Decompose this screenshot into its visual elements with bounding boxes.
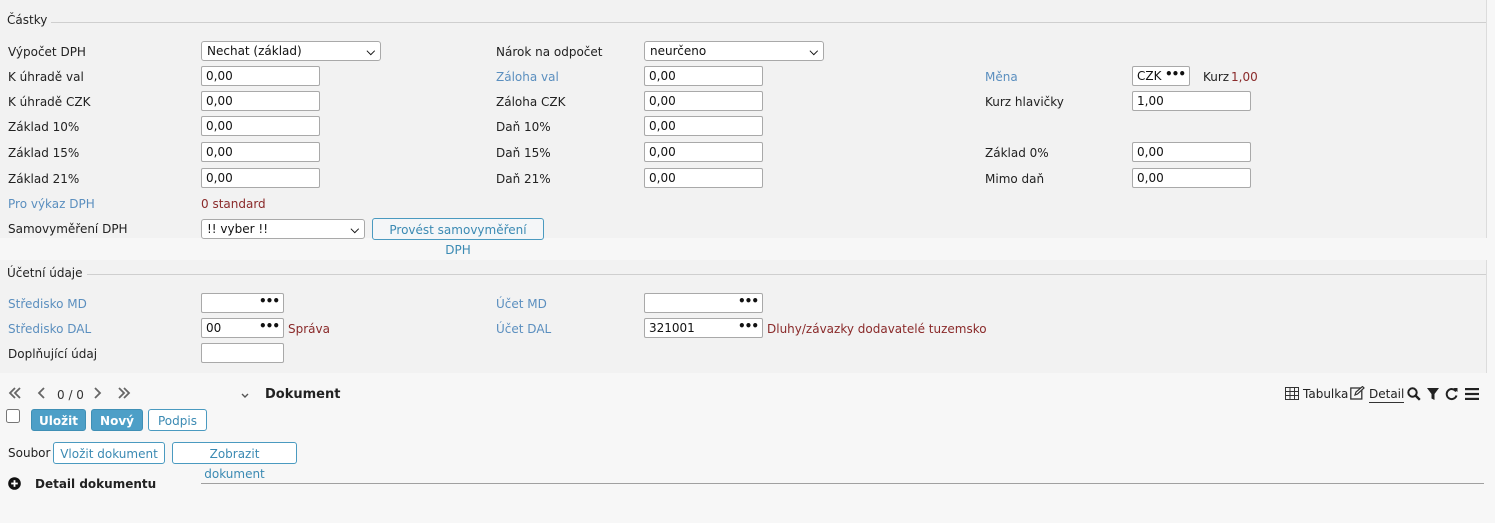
chevron-down-icon: ⌵ xyxy=(809,45,818,58)
stredisko-dal-desc: Správa xyxy=(288,322,330,336)
dokument-title: Dokument xyxy=(265,387,341,402)
detail-view-button[interactable]: Detail xyxy=(1369,386,1405,403)
samovymereni-select[interactable]: !! vyber !! ⌵ xyxy=(201,219,365,239)
zobrazit-dokument-button[interactable]: Zobrazit dokument xyxy=(172,442,297,481)
ucetni-legend-line xyxy=(80,274,1486,275)
zaklad10-input[interactable] xyxy=(201,116,320,136)
ulozit-button[interactable]: Uložit xyxy=(31,409,86,431)
ucet-dal-label[interactable]: Účet DAL xyxy=(496,321,551,337)
ucetni-legend: Účetní údaje xyxy=(7,266,87,280)
table-icon[interactable] xyxy=(1285,387,1299,403)
doplnujici-label: Doplňující údaj xyxy=(8,347,98,361)
detail-dokumentu-label[interactable]: Detail dokumentu xyxy=(35,476,156,492)
kurz-hlavicky-input[interactable] xyxy=(1132,91,1251,111)
ucet-md-label[interactable]: Účet MD xyxy=(496,296,547,312)
doplnujici-input[interactable] xyxy=(201,343,284,363)
next-page-icon[interactable] xyxy=(93,386,103,404)
stredisko-dal-label[interactable]: Středisko DAL xyxy=(8,321,91,337)
stredisko-md-label[interactable]: Středisko MD xyxy=(8,296,87,312)
podpis-button[interactable]: Podpis xyxy=(148,409,207,431)
mimo-dan-input[interactable] xyxy=(1132,168,1251,188)
dan15-input[interactable] xyxy=(644,142,763,162)
k-uhrade-val-label: K úhradě val xyxy=(8,70,84,84)
zaklad0-input[interactable] xyxy=(1132,142,1251,162)
more-icon[interactable]: ••• xyxy=(738,292,759,310)
samovymereni-button[interactable]: Provést samovyměření DPH xyxy=(372,218,544,257)
ucet-dal-desc: Dluhy/závazky dodavatelé tuzemsko xyxy=(767,322,987,336)
k-uhrade-czk-input[interactable] xyxy=(201,91,320,111)
menu-icon[interactable] xyxy=(1465,388,1479,403)
pager-text: 0 / 0 xyxy=(57,388,84,402)
chevron-down-icon: ⌵ xyxy=(350,223,359,236)
dan10-input[interactable] xyxy=(644,116,763,136)
samovymereni-label: Samovyměření DPH xyxy=(8,222,128,236)
dan21-label: Daň 21% xyxy=(496,172,551,186)
more-icon[interactable]: ••• xyxy=(259,317,280,335)
kurz-value: 1,00 xyxy=(1231,70,1258,84)
zaklad0-label: Základ 0% xyxy=(985,146,1049,160)
detail-dokumentu-divider xyxy=(201,483,1484,484)
edit-icon[interactable] xyxy=(1350,385,1365,403)
zaklad10-label: Základ 10% xyxy=(8,120,80,134)
zaklad15-label: Základ 15% xyxy=(8,146,80,160)
zaloha-val-label[interactable]: Záloha val xyxy=(496,69,559,85)
chevron-down-icon: ⌵ xyxy=(366,45,375,58)
ucet-md-input[interactable]: ••• xyxy=(644,293,763,313)
select-checkbox[interactable] xyxy=(6,409,20,423)
k-uhrade-val-input[interactable] xyxy=(201,66,320,86)
zaklad15-input[interactable] xyxy=(201,142,320,162)
plus-circle-icon[interactable] xyxy=(8,477,21,493)
narok-select[interactable]: neurčeno ⌵ xyxy=(644,41,824,61)
zaloha-czk-input[interactable] xyxy=(644,91,763,111)
more-icon[interactable]: ••• xyxy=(259,292,280,310)
filter-icon[interactable] xyxy=(1427,388,1439,404)
more-icon[interactable]: ••• xyxy=(1165,65,1186,83)
last-page-icon[interactable] xyxy=(117,386,131,404)
search-icon[interactable] xyxy=(1407,387,1421,404)
ucet-dal-input[interactable]: 321001 ••• xyxy=(644,318,763,338)
pro-vykaz-value: 0 standard xyxy=(201,197,266,211)
dan15-label: Daň 15% xyxy=(496,146,551,160)
k-uhrade-czk-label: K úhradě CZK xyxy=(8,95,91,109)
castky-legend-line xyxy=(45,22,1486,23)
mimo-dan-label: Mimo daň xyxy=(985,172,1045,186)
stredisko-dal-input[interactable]: 00 ••• xyxy=(201,318,284,338)
zaloha-czk-label: Záloha CZK xyxy=(496,95,566,109)
mena-input[interactable]: CZK ••• xyxy=(1132,66,1190,86)
novy-button[interactable]: Nový xyxy=(91,409,143,431)
kurz-hlavicky-label: Kurz hlavičky xyxy=(985,95,1064,109)
dan10-label: Daň 10% xyxy=(496,120,551,134)
pro-vykaz-label[interactable]: Pro výkaz DPH xyxy=(8,196,95,212)
stredisko-md-input[interactable]: ••• xyxy=(201,293,284,313)
narok-label: Nárok na odpočet xyxy=(496,45,603,59)
zaklad21-input[interactable] xyxy=(201,168,320,188)
dan21-input[interactable] xyxy=(644,168,763,188)
zaklad21-label: Základ 21% xyxy=(8,172,80,186)
tabulka-view-button[interactable]: Tabulka xyxy=(1303,386,1348,402)
first-page-icon[interactable] xyxy=(8,386,22,404)
kurz-label: Kurz xyxy=(1203,70,1230,84)
vypocet-dph-label: Výpočet DPH xyxy=(8,45,86,59)
collapse-chevron-icon[interactable] xyxy=(240,389,250,405)
prev-page-icon[interactable] xyxy=(36,386,46,404)
vlozit-dokument-button[interactable]: Vložit dokument xyxy=(53,442,165,464)
soubor-label: Soubor xyxy=(8,446,51,460)
mena-label[interactable]: Měna xyxy=(985,69,1018,85)
castky-legend: Částky xyxy=(7,13,52,27)
vypocet-dph-select[interactable]: Nechat (základ) ⌵ xyxy=(201,41,381,61)
zaloha-val-input[interactable] xyxy=(644,66,763,86)
more-icon[interactable]: ••• xyxy=(738,317,759,335)
refresh-icon[interactable] xyxy=(1445,387,1458,404)
